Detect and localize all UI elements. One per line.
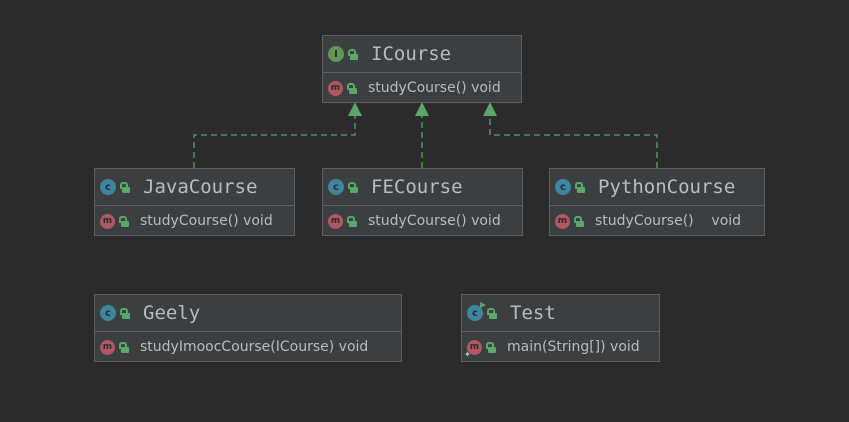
node-fecourse[interactable]: c FECourse m studyCourse() void bbox=[322, 168, 523, 236]
node-header: c Geely bbox=[95, 295, 401, 332]
edge-pythoncourse-icourse bbox=[489, 112, 658, 168]
class-icon-glyph: c bbox=[105, 181, 111, 193]
method-icon-glyph: m bbox=[102, 342, 113, 352]
member-signature: studyCourse() void bbox=[368, 213, 501, 229]
public-lock-icon bbox=[348, 48, 359, 60]
method-icon-glyph: m bbox=[330, 216, 341, 226]
static-marker-icon: ✦ bbox=[464, 349, 471, 359]
method-icon-glyph: m bbox=[469, 342, 480, 352]
arrowhead-pythoncourse-icourse bbox=[483, 102, 497, 116]
class-icon: c bbox=[328, 179, 344, 195]
node-geely[interactable]: c Geely m studyImoocCourse(ICourse) void bbox=[94, 294, 402, 362]
node-header: I ICourse bbox=[323, 36, 521, 73]
node-icourse[interactable]: I ICourse m studyCourse() void bbox=[322, 35, 522, 103]
interface-icon-glyph: I bbox=[334, 48, 338, 60]
public-lock-icon bbox=[120, 181, 131, 193]
member-signature: studyImoocCourse(ICourse) void bbox=[140, 339, 369, 355]
method-icon: m bbox=[100, 339, 115, 355]
public-lock-icon bbox=[486, 341, 497, 353]
class-icon: c bbox=[555, 179, 571, 195]
node-test[interactable]: c Test m ✦ main(String[]) void bbox=[461, 294, 660, 362]
member-row: m studyCourse() void bbox=[95, 206, 294, 236]
public-lock-icon bbox=[119, 215, 130, 227]
member-row: m studyCourse() void bbox=[323, 206, 522, 236]
class-icon-glyph: c bbox=[560, 181, 566, 193]
node-title: JavaCourse bbox=[143, 176, 258, 198]
node-title: FECourse bbox=[371, 176, 463, 198]
runnable-class-icon: c bbox=[467, 302, 486, 321]
public-lock-icon bbox=[348, 181, 359, 193]
class-icon-glyph: c bbox=[333, 181, 339, 193]
public-lock-icon bbox=[120, 307, 131, 319]
node-title: Test bbox=[510, 302, 556, 324]
class-icon: c bbox=[100, 179, 116, 195]
public-lock-icon bbox=[487, 307, 498, 319]
node-title: PythonCourse bbox=[598, 176, 736, 198]
class-icon: c bbox=[100, 305, 116, 321]
class-icon-glyph: c bbox=[472, 307, 478, 319]
node-javacourse[interactable]: c JavaCourse m studyCourse() void bbox=[94, 168, 295, 236]
static-method-icon: m ✦ bbox=[464, 339, 482, 359]
edge-javacourse-icourse bbox=[193, 112, 356, 168]
method-icon: m bbox=[100, 213, 115, 229]
method-icon-glyph: m bbox=[330, 83, 341, 93]
node-title: Geely bbox=[143, 302, 201, 324]
arrowhead-fecourse-icourse bbox=[415, 102, 429, 116]
method-icon: m bbox=[555, 213, 570, 229]
method-icon-glyph: m bbox=[557, 216, 568, 226]
member-row: m ✦ main(String[]) void bbox=[462, 332, 659, 362]
node-header: c FECourse bbox=[323, 169, 522, 206]
member-row: m studyImoocCourse(ICourse) void bbox=[95, 332, 401, 362]
node-pythoncourse[interactable]: c PythonCourse m studyCourse() void bbox=[549, 168, 765, 236]
node-title: ICourse bbox=[371, 43, 452, 65]
method-icon: m bbox=[328, 80, 343, 96]
uml-class-diagram: I ICourse m studyCourse() void c JavaCou… bbox=[0, 0, 849, 422]
member-signature: main(String[]) void bbox=[507, 339, 640, 355]
run-marker-icon bbox=[480, 302, 486, 308]
node-header: c PythonCourse bbox=[550, 169, 764, 206]
member-signature: studyCourse() void bbox=[368, 80, 501, 96]
member-row: m studyCourse() void bbox=[550, 206, 764, 236]
member-signature: studyCourse() void bbox=[140, 213, 273, 229]
public-lock-icon bbox=[574, 215, 585, 227]
node-header: c JavaCourse bbox=[95, 169, 294, 206]
member-row: m studyCourse() void bbox=[323, 73, 521, 103]
class-icon-glyph: c bbox=[105, 307, 111, 319]
arrowhead-javacourse-icourse bbox=[348, 102, 362, 116]
public-lock-icon bbox=[119, 341, 130, 353]
method-icon: m bbox=[328, 213, 343, 229]
node-header: c Test bbox=[462, 295, 659, 332]
member-signature: studyCourse() void bbox=[595, 213, 742, 229]
public-lock-icon bbox=[347, 215, 358, 227]
public-lock-icon bbox=[575, 181, 586, 193]
interface-icon: I bbox=[328, 46, 344, 62]
public-lock-icon bbox=[347, 82, 358, 94]
method-icon-glyph: m bbox=[102, 216, 113, 226]
